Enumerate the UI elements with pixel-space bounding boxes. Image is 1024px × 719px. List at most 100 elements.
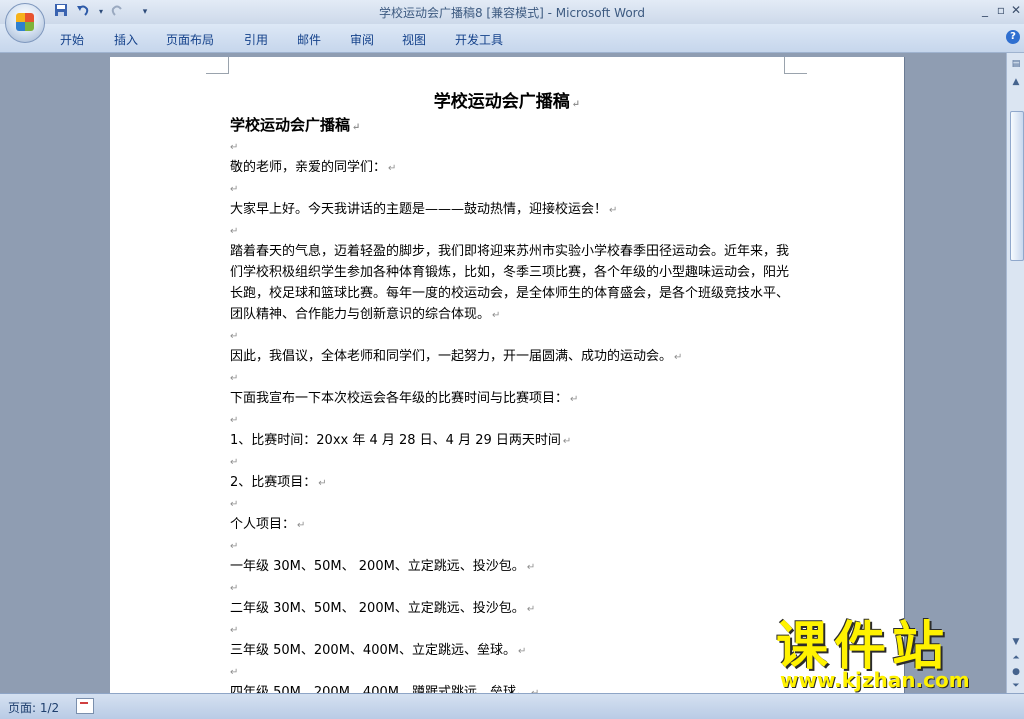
- document-page[interactable]: 学校运动会广播稿 ↵ 学校运动会广播稿 ↵ ↵ 敬的老师，亲爱的同学们： ↵ ↵ 大家早上好。…: [110, 57, 905, 693]
- empty-paragraph: ↵: [230, 325, 800, 347]
- empty-paragraph: ↵: [230, 619, 800, 641]
- scroll-thumb[interactable]: [1010, 111, 1024, 261]
- close-button[interactable]: ✕: [1007, 2, 1024, 18]
- paragraph-mark: ↵: [562, 436, 572, 447]
- document-paragraph: 二年级 30M、50M、 200M、立定跳远、投沙包。 ↵: [230, 598, 800, 620]
- tab-developer[interactable]: 开发工具: [455, 31, 503, 48]
- crop-mark-right: [784, 57, 807, 74]
- paragraph-text: 敬的老师，亲爱的同学们：: [230, 160, 387, 175]
- tab-mailings[interactable]: 邮件: [297, 31, 321, 48]
- empty-paragraph: ↵: [230, 136, 800, 158]
- empty-paragraph: ↵: [230, 493, 800, 515]
- paragraph-mark: ↵: [230, 457, 239, 468]
- paragraph-mark: ↵: [230, 499, 239, 510]
- empty-paragraph: ↵: [230, 577, 800, 599]
- proofing-icon[interactable]: [76, 698, 94, 714]
- paragraph-text: 三年级 50M、200M、400M、立定跳远、垒球。: [230, 643, 516, 658]
- help-icon[interactable]: ?: [1006, 30, 1020, 44]
- document-heading-text: 学校运动会广播稿: [433, 92, 570, 112]
- empty-paragraph: ↵: [230, 220, 800, 242]
- paragraph-mark: ↵: [526, 562, 536, 573]
- scroll-down-button[interactable]: ▼: [1009, 635, 1023, 649]
- crop-mark-left: [206, 57, 229, 74]
- paragraph-mark: ↵: [230, 142, 239, 153]
- empty-paragraph: ↵: [230, 409, 800, 431]
- document-paragraph: 四年级 50M、200M、400M、蹲踞式跳远、垒球。↵: [230, 682, 800, 693]
- watermark-logo: 课件站 www.kjzhan.com: [776, 618, 1006, 692]
- window-title: 学校运动会广播稿8 [兼容模式] - Microsoft Word: [0, 4, 1024, 21]
- paragraph-text: 2、比赛项目：: [230, 475, 317, 490]
- paragraph-text: 因此，我倡议，全体老师和同学们，一起努力，开一届圆满、成功的运动会。: [230, 349, 673, 364]
- paragraph-mark: ↵: [570, 394, 579, 405]
- empty-paragraph: ↵: [230, 535, 800, 557]
- paragraph-mark: ↵: [230, 583, 239, 594]
- empty-paragraph: ↵: [230, 367, 800, 389]
- paragraph-mark: ↵: [318, 478, 327, 489]
- page-count[interactable]: 页面: 1/2: [8, 699, 59, 716]
- paragraph-text: 二年级 30M、50M、 200M、立定跳远、投沙包。: [230, 601, 525, 616]
- paragraph-text: 下面我宣布一下本次校运会各年级的比赛时间与比赛项目：: [230, 391, 569, 406]
- paragraph-mark: ↵: [230, 331, 239, 342]
- paragraph-mark: ↵: [230, 415, 239, 426]
- tab-view[interactable]: 视图: [402, 31, 426, 48]
- paragraph-mark: ↵: [388, 163, 397, 174]
- office-logo-icon: [16, 13, 34, 31]
- app-name: Microsoft Word: [555, 6, 646, 20]
- status-bar: 页面: 1/2: [0, 693, 1024, 719]
- watermark-url: www.kjzhan.com: [780, 668, 970, 692]
- document-paragraph: 一年级 30M、50M、 200M、立定跳远、投沙包。 ↵: [230, 556, 800, 578]
- paragraph-mark: ↵: [492, 310, 501, 321]
- document-paragraph: 学校运动会广播稿 ↵: [230, 115, 800, 138]
- vertical-scrollbar[interactable]: ▤ ▲ ▼ ⏶ ● ⏷: [1006, 53, 1024, 693]
- paragraph-mark: ↵: [230, 184, 239, 195]
- paragraph-mark: ↵: [609, 205, 618, 216]
- paragraph-mark: ↵: [517, 646, 527, 657]
- paragraph-mark: ↵: [352, 122, 361, 133]
- paragraph-mark: ↵: [571, 99, 581, 110]
- paragraph-mark: ↵: [526, 604, 536, 615]
- paragraph-mark: ↵: [230, 226, 239, 237]
- scroll-up-button[interactable]: ▲: [1009, 75, 1023, 89]
- paragraph-mark: ↵: [230, 373, 239, 384]
- tab-insert[interactable]: 插入: [114, 31, 138, 48]
- empty-paragraph: ↵: [230, 661, 800, 683]
- paragraph-text: 大家早上好。今天我讲话的主题是———鼓动热情，迎接校运会！: [230, 202, 608, 217]
- paragraph-text: 踏着春天的气息，迈着轻盈的脚步，我们即将迎来苏州市实验小学校春季田径运动会。近年…: [230, 244, 790, 322]
- paragraph-text: 1、比赛时间：20xx 年 4 月 28 日、4 月 29 日两天时间: [230, 433, 561, 448]
- previous-page-button[interactable]: ⏶: [1009, 651, 1023, 665]
- paragraph-text: 一年级 30M、50M、 200M、立定跳远、投沙包。: [230, 559, 525, 574]
- empty-paragraph: ↵: [230, 178, 800, 200]
- tab-page-layout[interactable]: 页面布局: [166, 31, 214, 48]
- document-paragraph: 下面我宣布一下本次校运会各年级的比赛时间与比赛项目： ↵: [230, 388, 800, 410]
- paragraph-text: 学校运动会广播稿: [230, 116, 351, 134]
- office-button[interactable]: [5, 3, 45, 43]
- paragraph-mark: ↵: [230, 625, 239, 636]
- document-paragraph: 大家早上好。今天我讲话的主题是———鼓动热情，迎接校运会！ ↵: [230, 199, 800, 221]
- document-paragraph: 因此，我倡议，全体老师和同学们，一起努力，开一届圆满、成功的运动会。 ↵: [230, 346, 800, 368]
- ribbon-tabs: 开始 插入 页面布局 引用 邮件 审阅 视图 开发工具 ?: [0, 24, 1024, 53]
- paragraph-mark: ↵: [230, 667, 239, 678]
- paragraph-text: 四年级 50M、200M、400M、蹲踞式跳远、垒球。: [230, 685, 529, 693]
- paragraph-mark: ↵: [297, 520, 306, 531]
- browse-object-button[interactable]: ●: [1009, 665, 1023, 679]
- document-workspace: 学校运动会广播稿 ↵ 学校运动会广播稿 ↵ ↵ 敬的老师，亲爱的同学们： ↵ ↵ 大家早上好。…: [0, 53, 1006, 693]
- document-paragraph: 个人项目： ↵: [230, 514, 800, 536]
- document-paragraph: 踏着春天的气息，迈着轻盈的脚步，我们即将迎来苏州市实验小学校春季田径运动会。近年…: [230, 241, 800, 326]
- document-paragraph: 2、比赛项目： ↵: [230, 472, 800, 494]
- document-heading: 学校运动会广播稿 ↵: [110, 87, 904, 112]
- document-paragraph: 敬的老师，亲爱的同学们： ↵: [230, 157, 800, 179]
- document-paragraph: 三年级 50M、200M、400M、立定跳远、垒球。 ↵: [230, 640, 800, 662]
- paragraph-mark: ↵: [674, 352, 683, 363]
- paragraph-text: 个人项目：: [230, 517, 296, 532]
- paragraph-mark: ↵: [230, 541, 239, 552]
- empty-paragraph: ↵: [230, 451, 800, 473]
- document-name: 学校运动会广播稿8 [兼容模式]: [378, 6, 544, 20]
- title-separator: -: [543, 6, 556, 20]
- next-page-button[interactable]: ⏷: [1009, 679, 1023, 693]
- tab-home[interactable]: 开始: [60, 31, 84, 48]
- document-paragraph: 1、比赛时间：20xx 年 4 月 28 日、4 月 29 日两天时间 ↵: [230, 430, 800, 452]
- tab-review[interactable]: 审阅: [350, 31, 374, 48]
- title-bar: ▾ ▾ 学校运动会广播稿8 [兼容模式] - Microsoft Word _ …: [0, 0, 1024, 24]
- ruler-toggle-icon[interactable]: ▤: [1009, 57, 1023, 71]
- tab-references[interactable]: 引用: [244, 31, 268, 48]
